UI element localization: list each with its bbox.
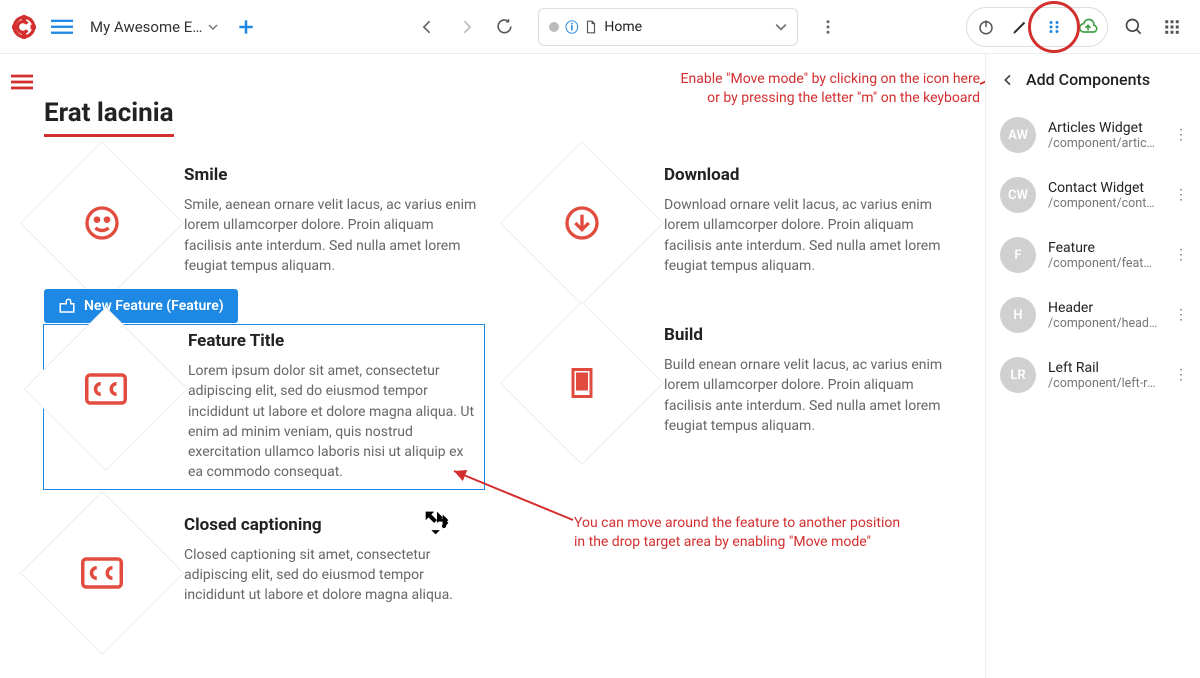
feature-body: Smile, aenean ornare velit lacus, ac var… [184,195,484,276]
power-button[interactable] [969,10,1003,44]
menu-icon[interactable] [44,9,80,45]
feature-title: Smile [184,165,484,185]
feature-build[interactable]: Build Build enean ornare velit lacus, ac… [524,325,964,489]
component-name: Left Rail [1048,360,1158,376]
component-path: /component/artic… [1048,136,1158,151]
component-menu-button[interactable]: ⋮ [1170,247,1192,263]
feature-icon-frame [500,141,664,305]
component-path: /component/left-rail [1048,376,1158,391]
closed-caption-icon [85,372,127,406]
project-selector[interactable]: My Awesome E… [86,18,222,36]
panel-back-button[interactable] [1000,72,1016,88]
page-canvas: Erat lacinia Smile Smile, aenean ornare … [0,54,985,678]
component-avatar: F [1000,237,1036,273]
feature-icon-frame [20,491,184,655]
info-icon: ⓘ [565,17,578,36]
status-dot-icon [549,22,559,32]
component-item-articles-widget[interactable]: AW Articles Widget /component/artic… ⋮ [986,105,1200,165]
feature-body: Download ornare velit lacus, ac varius e… [664,195,964,276]
chevron-down-icon [775,21,787,33]
component-path: /component/header [1048,316,1158,331]
component-avatar: H [1000,297,1036,333]
component-avatar: AW [1000,117,1036,153]
component-item-contact-widget[interactable]: CW Contact Widget /component/cont… ⋮ [986,165,1200,225]
page-icon [584,19,598,35]
component-path: /component/feature [1048,256,1158,271]
download-icon [562,203,602,243]
feature-title: Download [664,165,964,185]
component-avatar: LR [1000,357,1036,393]
component-item-header[interactable]: H Header /component/header ⋮ [986,285,1200,345]
component-icon [58,297,76,315]
nav-forward-button[interactable] [448,9,484,45]
component-item-left-rail[interactable]: LR Left Rail /component/left-rail ⋮ [986,345,1200,405]
component-path: /component/cont… [1048,196,1158,211]
feature-smile[interactable]: Smile Smile, aenean ornare velit lacus, … [44,165,484,281]
feature-new-placeholder[interactable]: New Feature (Feature) Feature Title Lore… [44,325,484,489]
component-item-feature[interactable]: F Feature /component/feature ⋮ [986,225,1200,285]
add-components-panel: Add Components AW Articles Widget /compo… [985,54,1200,678]
feature-title: Build [664,325,964,345]
feature-title: Closed captioning [184,515,484,535]
search-button[interactable] [1116,9,1152,45]
feature-icon-frame [20,141,184,305]
feature-closed-captioning[interactable]: Closed captioning Closed captioning sit … [44,515,484,631]
nav-back-button[interactable] [410,9,446,45]
project-name-label: My Awesome E… [90,18,202,36]
smile-icon [82,203,122,243]
feature-body: Lorem ipsum dolor sit amet, consectetur … [188,361,480,483]
building-icon [564,363,600,403]
component-name: Contact Widget [1048,180,1158,196]
publish-button[interactable] [1071,10,1105,44]
component-name: Articles Widget [1048,120,1158,136]
feature-title: Feature Title [188,331,480,351]
chevron-down-icon [208,22,218,32]
feature-download[interactable]: Download Download ornare velit lacus, ac… [524,165,964,281]
new-component-badge[interactable]: New Feature (Feature) [44,289,238,323]
apps-grid-button[interactable] [1154,9,1190,45]
feature-body: Build enean ornare velit lacus, ac variu… [664,355,964,436]
component-name: Header [1048,300,1158,316]
panel-title: Add Components [1026,70,1150,89]
refresh-button[interactable] [486,9,522,45]
closed-caption-icon [81,556,123,590]
move-mode-button[interactable] [1037,10,1071,44]
feature-body: Closed captioning sit amet, consectetur … [184,545,484,606]
more-options-button[interactable] [810,9,846,45]
component-avatar: CW [1000,177,1036,213]
app-logo [10,13,38,41]
annotation-drag-hint: You can move around the feature to anoth… [574,514,914,552]
component-menu-button[interactable]: ⋮ [1170,187,1192,203]
location-label: Home [604,19,642,35]
feature-icon-frame [24,307,188,471]
component-menu-button[interactable]: ⋮ [1170,127,1192,143]
add-button[interactable] [228,9,264,45]
mode-tool-group [966,7,1108,47]
edit-mode-button[interactable] [1003,10,1037,44]
component-name: Feature [1048,240,1158,256]
component-menu-button[interactable]: ⋮ [1170,307,1192,323]
feature-icon-frame [500,301,664,465]
top-toolbar: My Awesome E… ⓘ Home [0,0,1200,54]
component-menu-button[interactable]: ⋮ [1170,367,1192,383]
title-underline [44,134,174,137]
annotation-move-mode-hint: Enable "Move mode" by clicking on the ic… [680,70,980,108]
page-menu-icon[interactable] [8,68,36,96]
location-selector[interactable]: ⓘ Home [538,8,798,46]
